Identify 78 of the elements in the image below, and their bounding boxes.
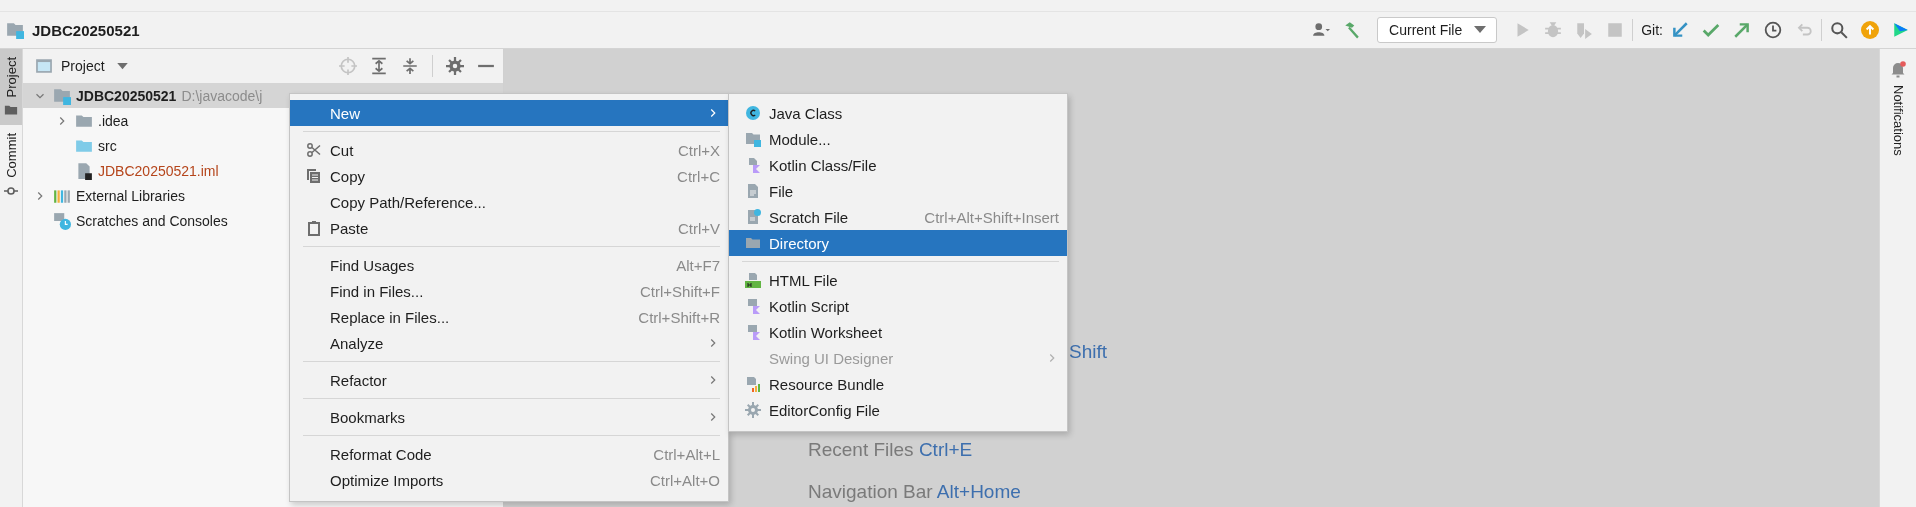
- stop-icon[interactable]: [1606, 21, 1625, 39]
- menu-item[interactable]: Replace in Files... Ctrl+Shift+R: [290, 304, 728, 330]
- tree-item-label: src: [98, 137, 117, 154]
- kotlin-script-icon: [745, 298, 761, 314]
- bell-icon: [1890, 61, 1906, 79]
- menu-item[interactable]: Optimize Imports Ctrl+Alt+O: [290, 467, 728, 493]
- tree-item-label: JDBC20250521: [76, 87, 177, 104]
- arrow-up-right-icon[interactable]: [1733, 21, 1751, 39]
- bug-icon[interactable]: [1544, 21, 1563, 39]
- resource-bundle-icon: [745, 376, 761, 392]
- scissors-icon: [306, 142, 322, 158]
- collapse-all-icon[interactable]: [401, 57, 419, 75]
- module-folder-icon: [6, 21, 24, 39]
- menu-item[interactable]: Bookmarks: [290, 404, 728, 430]
- module-folder-icon: [745, 131, 761, 147]
- menu-item[interactable]: Kotlin Script: [729, 293, 1067, 319]
- menu-item[interactable]: Module...: [729, 126, 1067, 152]
- clock-icon[interactable]: [1764, 21, 1782, 39]
- crosshair-icon[interactable]: [339, 57, 357, 75]
- folder-icon: [745, 235, 761, 251]
- menu-item[interactable]: New: [290, 100, 728, 126]
- html-file-icon: [745, 272, 761, 288]
- class-icon: [745, 105, 761, 121]
- settings-icon[interactable]: [446, 57, 464, 75]
- editor-hint: Navigation Bar Alt+Home: [808, 480, 1022, 504]
- caret-icon: [1474, 26, 1487, 34]
- notifications-tab[interactable]: Notifications: [1890, 85, 1906, 156]
- caret-icon: [116, 62, 128, 70]
- menu-item[interactable]: Kotlin Class/File: [729, 152, 1067, 178]
- file-icon: [745, 183, 761, 199]
- tree-item-label: .idea: [98, 112, 129, 129]
- editor-hint: Recent Files Ctrl+E: [808, 438, 974, 462]
- hammer-icon[interactable]: [1343, 21, 1362, 39]
- coverage-icon[interactable]: [1575, 21, 1594, 39]
- tool-window-tab[interactable]: Commit: [0, 125, 22, 207]
- run-configuration-dropdown[interactable]: Current File: [1377, 17, 1498, 43]
- menu-item[interactable]: Java Class: [729, 100, 1067, 126]
- file-icon: [75, 161, 93, 180]
- upload-icon[interactable]: [1861, 21, 1879, 39]
- menu-item[interactable]: Copy Path/Reference...: [290, 189, 728, 215]
- project-title: JDBC20250521: [32, 21, 140, 39]
- user-icon[interactable]: [1312, 21, 1331, 39]
- tree-item-label: External Libraries: [76, 187, 185, 204]
- menu-item[interactable]: EditorConfig File: [729, 397, 1067, 423]
- menu-item[interactable]: Cut Ctrl+X: [290, 137, 728, 163]
- tree-item-label: JDBC20250521.iml: [98, 162, 219, 179]
- editor-hint: Shift: [1069, 340, 1109, 364]
- menu-item[interactable]: Copy Ctrl+C: [290, 163, 728, 189]
- project-path: D:\javacode\j: [181, 87, 263, 104]
- check-icon[interactable]: [1702, 21, 1720, 39]
- clipboard-icon: [306, 220, 322, 236]
- tool-window-tab[interactable]: Project: [0, 49, 22, 126]
- git-label: Git:: [1641, 22, 1663, 38]
- menu-item[interactable]: Find in Files... Ctrl+Shift+F: [290, 278, 728, 304]
- expand-all-icon[interactable]: [370, 57, 388, 75]
- menu-item[interactable]: Paste Ctrl+V: [290, 215, 728, 241]
- menu-item[interactable]: Reformat Code Ctrl+Alt+L: [290, 441, 728, 467]
- menu-item[interactable]: Analyze: [290, 330, 728, 356]
- module-folder-icon: [53, 86, 71, 105]
- menu-item[interactable]: File: [729, 178, 1067, 204]
- search-icon[interactable]: [1830, 21, 1848, 39]
- scratch-icon: [53, 211, 71, 230]
- logo-icon[interactable]: [1892, 21, 1910, 39]
- kotlin-script-icon: [745, 324, 761, 340]
- menu-item[interactable]: Find Usages Alt+F7: [290, 252, 728, 278]
- copy-icon: [306, 168, 322, 184]
- menu-item[interactable]: Refactor: [290, 367, 728, 393]
- arrow-down-left-icon[interactable]: [1671, 21, 1689, 39]
- window-icon: [35, 57, 53, 75]
- menu-item[interactable]: Scratch File Ctrl+Alt+Shift+Insert: [729, 204, 1067, 230]
- menu-item[interactable]: Kotlin Worksheet: [729, 319, 1067, 345]
- gear-icon: [745, 402, 761, 418]
- tree-item-label: Scratches and Consoles: [76, 212, 228, 229]
- menu-item[interactable]: Directory: [729, 230, 1067, 256]
- menu-item[interactable]: HTML File: [729, 267, 1067, 293]
- menu-item[interactable]: Resource Bundle: [729, 371, 1067, 397]
- scratch-file-icon: [745, 209, 761, 225]
- project-view-dropdown[interactable]: Project: [61, 58, 128, 74]
